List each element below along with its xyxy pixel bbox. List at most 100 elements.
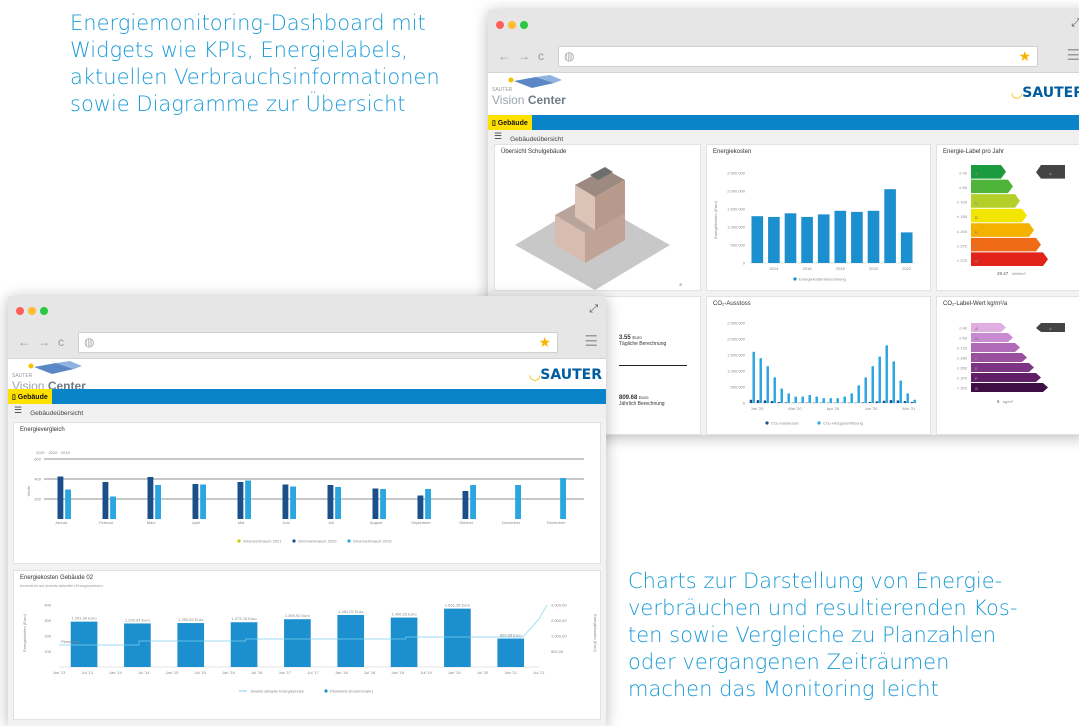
label-limit: ≤ 60 [959, 185, 968, 190]
chart-subtitle: 2021 · 2020 · 2019 [36, 450, 71, 455]
label-class-arrow [971, 252, 1048, 266]
caption-top-line: Widgets wie KPIs, Energielabels, [70, 37, 470, 64]
widget-energiekosten[interactable]: Energiekosten 2.500.0002.000.0001.500.00… [706, 144, 931, 291]
y-tick-label: 200 [34, 497, 41, 502]
x-tick-label: Jan '20 [448, 670, 462, 675]
expand-icon[interactable]: ⤢ [1071, 17, 1079, 30]
bar [785, 402, 787, 403]
bar [245, 481, 251, 520]
bar [809, 395, 811, 403]
bar [904, 401, 906, 403]
nav-arrows-icon[interactable]: ←→c [18, 335, 72, 349]
bar [911, 402, 913, 403]
x-tick-label: Jul '14 [138, 670, 150, 675]
x-tick-label: Jul '13 [82, 670, 94, 675]
widget-co2-ausstoss[interactable]: CO₂-Ausstoss 2.500.0002.000.0001.500.000… [706, 296, 931, 435]
bar [893, 361, 895, 403]
tab-gebaeude[interactable]: ▯ Gebäude [8, 389, 52, 404]
hamburger-icon[interactable]: ☰ [494, 131, 502, 141]
bookmark-star-icon[interactable]: ★ [538, 334, 551, 351]
x-tick-label: Jul '17 [307, 670, 319, 675]
bar [886, 345, 888, 403]
label-limit: ≤ 270 [957, 243, 968, 248]
bar [879, 357, 881, 403]
legend-label: Stromverbrauch 2021 [243, 539, 282, 544]
bar [290, 487, 296, 520]
bar [897, 400, 899, 403]
widget-energiekosten-gebaeude[interactable]: Energiekosten Gebäude 02 berechnet auf j… [13, 570, 601, 720]
x-tick-label: Jan '13 [53, 670, 67, 675]
url-bar[interactable]: ◍ ★ [558, 46, 1038, 67]
browser-menu-icon[interactable]: ☰ [1067, 46, 1079, 64]
label-limit: ≤ 150 [957, 214, 968, 219]
bookmark-star-icon[interactable]: ★ [1018, 48, 1031, 65]
tab-gebaeude[interactable]: ▯ Gebäude [488, 115, 532, 130]
widget-energievergleich[interactable]: Energievergleich 2021 · 2020 · 2019Werte… [13, 422, 601, 564]
browser-menu-icon[interactable]: ☰ [585, 332, 598, 350]
label-limit: ≤ 120 [957, 346, 968, 351]
bar [768, 217, 780, 263]
bar [444, 609, 471, 667]
label-class-letter: C [975, 346, 978, 351]
y-tick-label: 400 [34, 477, 41, 482]
bar [764, 400, 766, 403]
widget-building-overview[interactable]: Übersicht Schulgebäude ⊕ [494, 144, 701, 291]
bar [65, 490, 71, 520]
sauter-logo-text: SAUTER [1022, 85, 1079, 101]
zoom-dot[interactable] [40, 307, 48, 315]
widget-co2-label[interactable]: CO₂-Label-Wert kg/m²/a ≤ 40A≤ 60B≤ 120C≤… [936, 296, 1079, 435]
y-tick-label: 2.500.000 [727, 321, 746, 326]
legend-label: Stromverbrauch 2020 [298, 539, 337, 544]
url-bar[interactable]: ◍ ★ [78, 332, 558, 353]
bar [851, 393, 853, 403]
zoom-dot[interactable] [520, 21, 528, 29]
tab-gebaeude-label: Gebäude [498, 120, 528, 127]
x-tick-label: Jul '21 [533, 670, 545, 675]
bar [497, 639, 524, 667]
bar [231, 622, 258, 667]
y-tick-label-right: 3.000,00 [551, 603, 567, 608]
tab-gebaeude-label: Gebäude [18, 394, 48, 401]
x-tick-label: Februar [99, 520, 114, 525]
y-tick-label: 600 [34, 457, 41, 462]
caption-top-line: aktuellen Verbrauchsinformationen [70, 64, 470, 91]
x-tick-label: Jun '20 [865, 406, 879, 411]
breadcrumb: ☰ Gebäudeübersicht [488, 130, 1079, 144]
x-tick-label: Juni [282, 520, 289, 525]
nav-arrows-icon[interactable]: ←→c [498, 49, 552, 63]
label-unit: kWh/m² [1012, 271, 1026, 276]
caption-bottom-line: Charts zur Darstellung von Energie- [628, 568, 1068, 595]
expand-icon[interactable]: ⤢ [589, 303, 598, 316]
bar [58, 477, 64, 520]
x-tick-label: Jan '21 [504, 670, 518, 675]
minimize-dot[interactable] [28, 307, 36, 315]
label-class-arrow [971, 353, 1027, 362]
label-value: 29.47 [997, 271, 1009, 276]
y-axis-label: Energiekosten (Euro) [713, 200, 718, 238]
widget-kpi[interactable]: 3.55 Euro Tägliche Berechnung 809.68 Eur… [598, 296, 701, 435]
bar [373, 489, 379, 520]
bar [858, 385, 860, 403]
close-dot[interactable] [16, 307, 24, 315]
brand-vision-center: Vision Center [492, 93, 566, 107]
x-tick-label: Jul '19 [420, 670, 432, 675]
bar [785, 213, 797, 263]
close-dot[interactable] [496, 21, 504, 29]
label-limit: ≤ 100 [957, 200, 968, 205]
legend-label: Planwerte (Kosten/Jahr) [330, 689, 374, 694]
label-limit: ≤ 40 [959, 170, 968, 175]
y-tick-label: 2.500.000 [727, 171, 746, 176]
legend-marker [324, 689, 327, 692]
hamburger-icon[interactable]: ☰ [14, 405, 22, 415]
bar [560, 478, 566, 519]
widget-energie-label[interactable]: Energie-Label pro Jahr ≤ 40A≤ 60B≤ 100C≤… [936, 144, 1079, 291]
bar [869, 402, 871, 403]
nav-bar: ←→c ◍ ★ ☰ [488, 40, 1079, 73]
kpi-daily-unit: Euro [632, 335, 642, 340]
breadcrumb-label: Gebäudeübersicht [510, 136, 563, 143]
bar-value-label: 1.481,02 Euro [338, 609, 364, 614]
brand-vision: Vision [492, 93, 524, 107]
zoom-icon[interactable]: ⊕ [679, 282, 682, 287]
breadcrumb: ☰Gebäudeübersicht [8, 404, 606, 418]
minimize-dot[interactable] [508, 21, 516, 29]
